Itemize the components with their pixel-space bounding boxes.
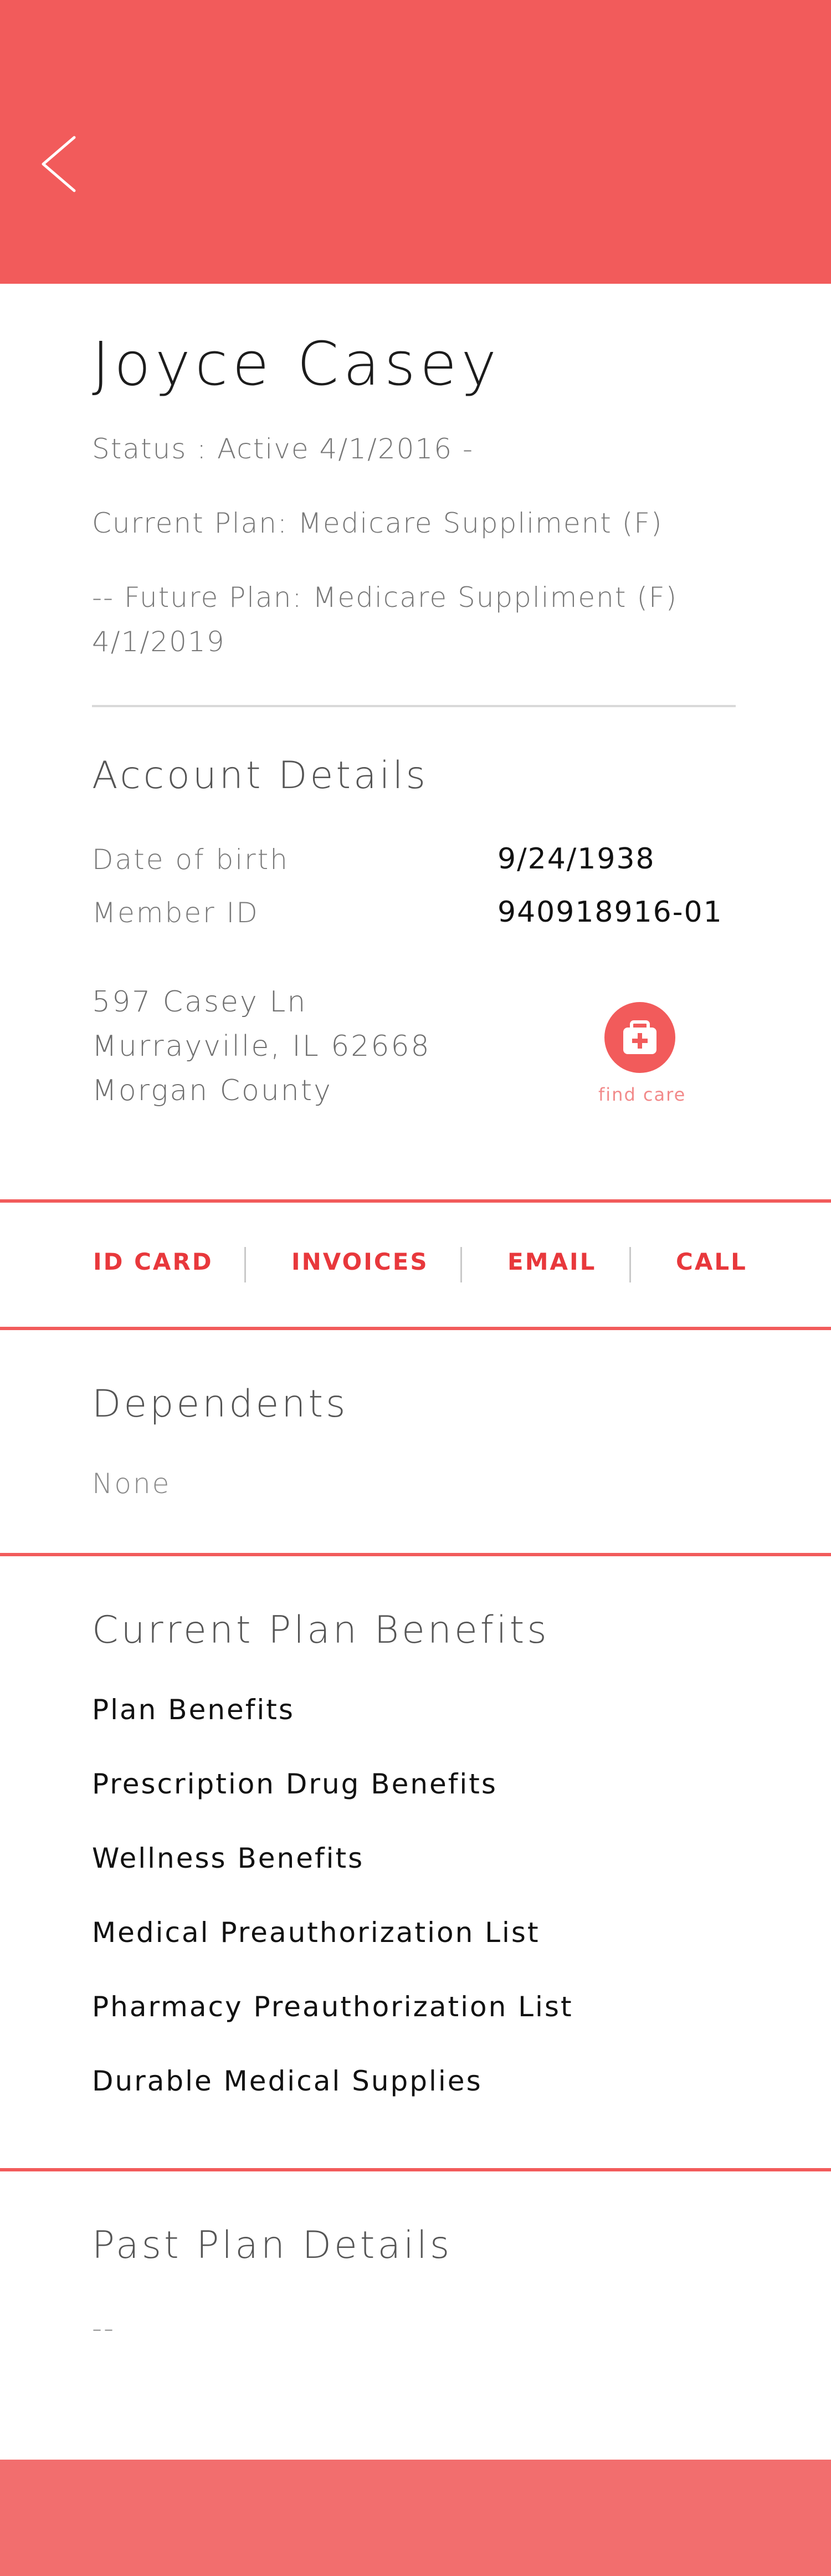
action-bar-bottom-border	[0, 1327, 831, 1330]
dependents-divider	[0, 1553, 831, 1556]
email-button[interactable]: EMAIL	[507, 1248, 596, 1275]
address-line-2: Murrayville, IL 62668	[92, 1030, 431, 1063]
member-id-label: Member ID	[92, 897, 259, 929]
call-button[interactable]: CALL	[676, 1248, 747, 1275]
current-plan: Current Plan: Medicare Suppliment (F)	[92, 507, 663, 539]
app-header	[0, 0, 831, 284]
member-id-value: 940918916-01	[497, 896, 723, 929]
address-line-1: 597 Casey Ln	[92, 985, 307, 1019]
future-plan-line1: -- Future Plan: Medicare Suppliment (F)	[92, 581, 678, 614]
benefit-link-pharmacy-preauth[interactable]: Pharmacy Preauthorization List	[92, 1991, 573, 2023]
member-status: Status : Active 4/1/2016 -	[92, 433, 474, 465]
first-aid-kit-icon	[623, 1020, 656, 1054]
dob-value: 9/24/1938	[497, 842, 655, 876]
dependents-title: Dependents	[92, 1382, 348, 1426]
invoices-button[interactable]: INVOICES	[291, 1248, 429, 1275]
benefit-link-medical-preauth[interactable]: Medical Preauthorization List	[92, 1916, 540, 1949]
id-card-button[interactable]: ID CARD	[93, 1248, 213, 1275]
find-care-button[interactable]: find care	[598, 1002, 686, 1113]
future-plan: -- Future Plan: Medicare Suppliment (F) …	[92, 575, 678, 664]
back-button[interactable]	[35, 131, 85, 197]
future-plan-line2: 4/1/2019	[92, 626, 225, 658]
past-plan-title: Past Plan Details	[92, 2224, 453, 2267]
action-separator	[460, 1247, 462, 1282]
dob-label: Date of birth	[92, 844, 289, 876]
benefit-link-wellness[interactable]: Wellness Benefits	[92, 1842, 364, 1874]
account-details-title: Account Details	[92, 754, 428, 798]
footer-bar	[0, 2460, 831, 2576]
benefit-link-prescription-drug[interactable]: Prescription Drug Benefits	[92, 1768, 497, 1800]
benefits-title: Current Plan Benefits	[92, 1608, 550, 1652]
find-care-label: find care	[598, 1084, 686, 1105]
member-name: Joyce Casey	[92, 330, 501, 399]
action-separator	[629, 1247, 631, 1282]
address-line-3: Morgan County	[92, 1074, 332, 1107]
benefit-link-durable-supplies[interactable]: Durable Medical Supplies	[92, 2065, 483, 2097]
benefit-link-plan-benefits[interactable]: Plan Benefits	[92, 1694, 295, 1726]
action-bar-top-border	[0, 1199, 831, 1203]
dependents-value: None	[92, 1468, 171, 1500]
action-separator	[244, 1247, 246, 1282]
chevron-left-icon	[42, 136, 76, 192]
section-divider	[92, 705, 736, 707]
find-care-circle	[604, 1002, 675, 1073]
benefits-divider	[0, 2168, 831, 2171]
past-plan-value: --	[92, 2312, 116, 2344]
